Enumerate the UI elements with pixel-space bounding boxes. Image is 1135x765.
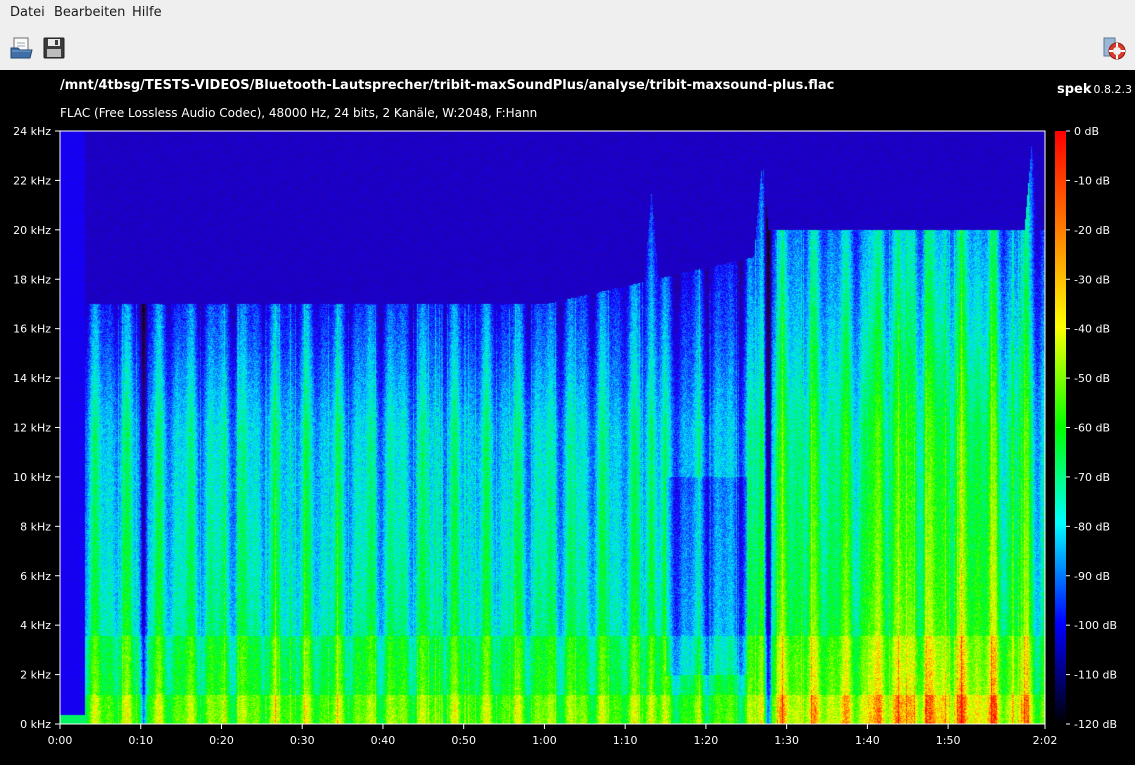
y-tick-label: 16 kHz (13, 323, 51, 336)
x-tick-label: 0:00 (48, 734, 73, 747)
x-tick-label: 2:02 (1033, 734, 1058, 747)
x-tick-label: 1:50 (936, 734, 961, 747)
open-file-button[interactable] (9, 35, 35, 61)
y-tick-label: 18 kHz (13, 273, 51, 286)
x-tick-label: 0:20 (209, 734, 234, 747)
y-axis: 0 kHz 2 kHz 4 kHz 6 kHz 8 kHz 10 kHz 12 kHz 14 … (13, 125, 60, 731)
colorbar-tick-label: -50 dB (1074, 372, 1110, 385)
y-tick-label: 20 kHz (13, 224, 51, 237)
y-tick-label: 2 kHz (20, 669, 51, 682)
colorbar-tick-label: -110 dB (1074, 669, 1117, 682)
spectrogram-viewer: /mnt/4tbsg/TESTS-VIDEOS/Bluetooth-Lautsp… (0, 70, 1135, 765)
toolbar (0, 26, 1135, 70)
menu-bar: Datei Bearbeiten Hilfe (0, 0, 1135, 26)
x-tick-label: 1:30 (774, 734, 799, 747)
save-button[interactable] (41, 35, 67, 61)
colorbar-tick-label: -20 dB (1074, 224, 1110, 237)
open-file-icon (10, 37, 33, 59)
y-tick-label: 0 kHz (20, 718, 51, 731)
x-tick-label: 1:20 (694, 734, 719, 747)
x-tick-label: 1:40 (855, 734, 880, 747)
colorbar-axis: 0 dB -10 dB -20 dB -30 dB -40 dB -50 dB -60 dB… (1066, 125, 1117, 731)
colorbar-tick-label: -90 dB (1074, 570, 1110, 583)
y-tick-label: 6 kHz (20, 570, 51, 583)
colorbar-tick-label: -10 dB (1074, 174, 1110, 187)
x-axis: 0:00 0:10 0:20 0:30 0:40 0:50 1:00 1:10 1:20 1:30… (48, 724, 1058, 747)
x-tick-label: 1:00 (532, 734, 557, 747)
plot-frame (59, 130, 1046, 725)
y-tick-label: 10 kHz (13, 471, 51, 484)
colorbar-tick-label: -100 dB (1074, 619, 1117, 632)
colorbar-tick-label: -120 dB (1074, 718, 1117, 731)
spectrogram-axes: 0 kHz 2 kHz 4 kHz 6 kHz 8 kHz 10 kHz 12 kHz 14 … (13, 125, 1117, 747)
colorbar-tick-label: -40 dB (1074, 323, 1110, 336)
x-tick-label: 0:50 (451, 734, 476, 747)
y-tick-label: 12 kHz (13, 422, 51, 435)
menu-hilfe[interactable]: Hilfe (132, 5, 162, 20)
x-tick-label: 0:40 (371, 734, 396, 747)
x-tick-label: 1:10 (613, 734, 638, 747)
y-tick-label: 24 kHz (13, 125, 51, 138)
save-icon (43, 37, 65, 59)
colorbar-tick-label: -80 dB (1074, 520, 1110, 533)
colorbar-tick-label: 0 dB (1074, 125, 1099, 138)
colorbar-tick-label: -70 dB (1074, 471, 1110, 484)
help-lifebuoy-icon (1103, 37, 1126, 60)
colorbar-tick-label: -60 dB (1074, 422, 1110, 435)
x-tick-label: 0:30 (290, 734, 315, 747)
menu-datei[interactable]: Datei (10, 5, 45, 20)
y-tick-label: 14 kHz (13, 372, 51, 385)
y-tick-label: 8 kHz (20, 520, 51, 533)
menu-bearbeiten[interactable]: Bearbeiten (54, 5, 125, 20)
y-tick-label: 22 kHz (13, 174, 51, 187)
colorbar-tick-label: -30 dB (1074, 273, 1110, 286)
colorbar (1055, 131, 1066, 724)
help-button[interactable] (1101, 35, 1127, 61)
y-tick-label: 4 kHz (20, 619, 51, 632)
x-tick-label: 0:10 (128, 734, 153, 747)
